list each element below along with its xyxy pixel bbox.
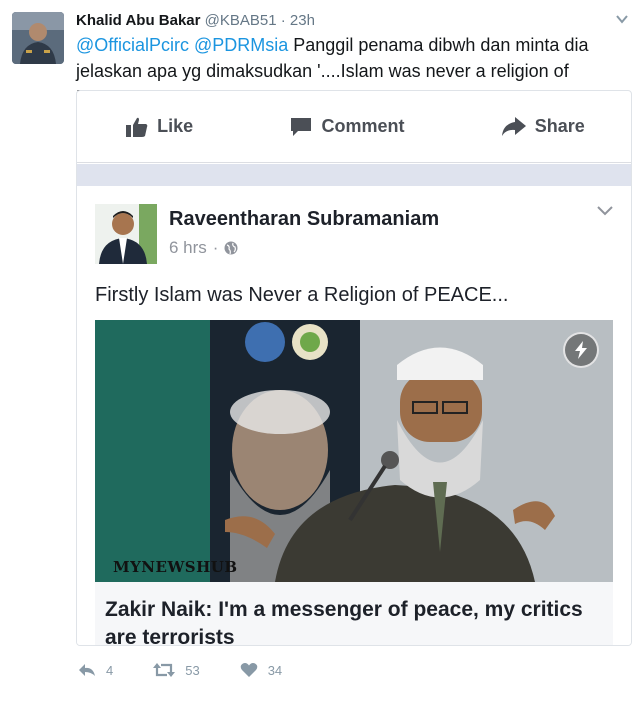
fb-post-text: Firstly Islam was Never a Religion of PE… [95,284,509,306]
fb-comment-button: Comment [289,116,404,138]
chevron-down-icon[interactable] [615,12,629,26]
fb-post-time: 6 hrs [169,238,207,257]
fb-post-meta: 6 hrs · [169,238,238,258]
chevron-down-icon [597,206,613,216]
reply-count: 4 [106,662,114,678]
retweet-count: 53 [185,662,200,678]
author-avatar[interactable] [12,12,64,64]
fb-share-label: Share [534,116,585,136]
fb-comment-label: Comment [321,116,405,136]
thumbs-up-icon [126,117,148,137]
like-count: 34 [267,662,283,678]
reply-icon [79,664,95,676]
author-handle[interactable]: @KBAB51 [205,12,277,29]
mention-link[interactable]: @OfficialPcirc [76,35,189,55]
share-arrow-icon [501,116,526,136]
facebook-post: Raveentharan Subramaniam 6 hrs · Firstly… [77,186,631,645]
fb-like-button: Like [125,116,193,138]
retweet-button[interactable]: 53 [153,662,200,678]
fb-like-label: Like [157,116,194,136]
separator: · [280,12,286,29]
image-watermark: MYNEWSHUB [113,558,238,576]
tweet-timestamp[interactable]: 23h [290,12,315,29]
fb-share-button: Share [501,116,585,138]
globe-icon [224,241,238,255]
like-button[interactable]: 34 [240,662,282,678]
separator: · [212,238,219,257]
tweet-action-bar: 4 53 34 [78,662,322,678]
comment-icon [291,117,312,136]
facebook-action-bar: Like Comment Share [77,91,631,163]
fb-author-name: Raveentharan Subramaniam [169,208,440,230]
lightning-icon [563,332,599,368]
author-name[interactable]: Khalid Abu Bakar [76,12,200,29]
heart-icon [240,663,257,677]
divider [77,164,631,186]
mention-link[interactable]: @PDRMsia [194,35,288,55]
tweet-header: Khalid Abu Bakar @KBAB51 · 23h [76,12,315,29]
link-preview-title: Zakir Naik: I'm a messenger of peace, my… [95,582,613,645]
link-preview-image: MYNEWSHUB [95,320,613,582]
fb-author-avatar [95,204,157,264]
embedded-screenshot[interactable]: Like Comment Share Raveentharan Subraman… [76,90,632,646]
retweet-icon [153,663,176,677]
reply-button[interactable]: 4 [78,663,113,678]
tweet: Khalid Abu Bakar @KBAB51 · 23h @Official… [0,0,643,710]
